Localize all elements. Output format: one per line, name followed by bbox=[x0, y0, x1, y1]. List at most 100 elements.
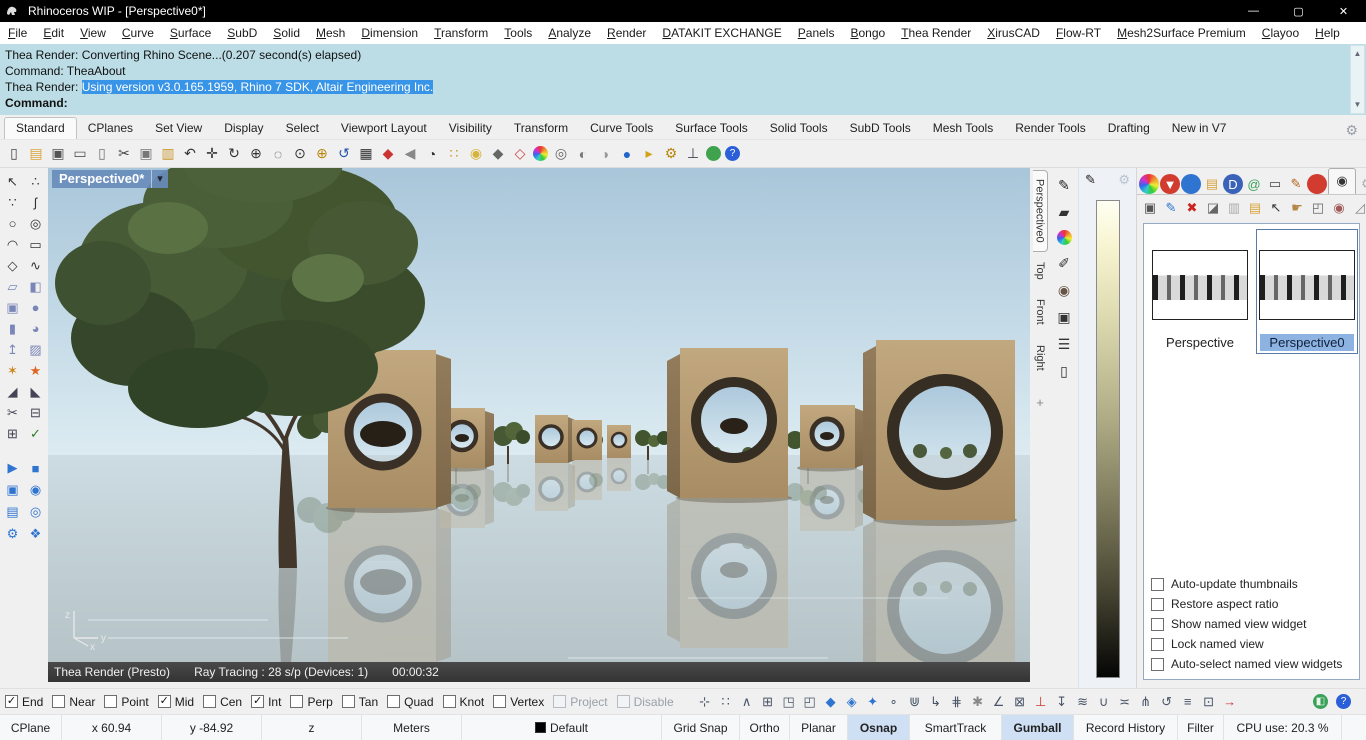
option-restore-aspect-ratio[interactable]: Restore aspect ratio bbox=[1149, 594, 1354, 614]
osnap-vertex[interactable]: Vertex bbox=[493, 695, 544, 709]
flow-icon[interactable]: ↳ bbox=[928, 693, 944, 711]
menu-help[interactable]: Help bbox=[1307, 26, 1348, 40]
import-views-icon[interactable]: ▤ bbox=[1246, 199, 1264, 217]
osnap-end[interactable]: End bbox=[5, 695, 43, 709]
thea-snapshot-icon[interactable]: ◉ bbox=[27, 481, 45, 499]
eraser-icon[interactable]: ▰ bbox=[1055, 203, 1073, 221]
status-osnap[interactable]: Osnap bbox=[848, 715, 910, 740]
gumball-tool-icon[interactable]: ◆ bbox=[823, 693, 839, 711]
toolbar-gear-icon[interactable]: ⚙ bbox=[1345, 122, 1362, 139]
chalk-pencil-icon[interactable]: ✎ bbox=[1286, 174, 1306, 194]
circle-icon[interactable]: ○ bbox=[4, 214, 22, 233]
viewport-tab-right[interactable]: Right bbox=[1033, 335, 1047, 381]
panel-gear-icon[interactable]: ⚙ bbox=[1357, 174, 1366, 194]
select-pointer-icon[interactable]: ↖ bbox=[1267, 199, 1285, 217]
menu-curve[interactable]: Curve bbox=[114, 26, 162, 40]
cplane-widget-icon[interactable]: ⊥ bbox=[684, 145, 702, 163]
option-auto-select-named-view-widgets[interactable]: Auto-select named view widgets bbox=[1149, 654, 1354, 674]
delete-view-icon[interactable]: ✖ bbox=[1183, 199, 1201, 217]
option-show-named-view-widget-checkbox[interactable] bbox=[1151, 618, 1164, 631]
command-scrollbar[interactable]: ▲ ▼ bbox=[1350, 45, 1365, 114]
toolbar-tab-drafting[interactable]: Drafting bbox=[1097, 118, 1161, 139]
material-flag-icon[interactable]: ▸ bbox=[640, 145, 658, 163]
shaded-display-icon[interactable]: ◐ bbox=[574, 145, 592, 163]
named-views-camera-icon[interactable]: ◉ bbox=[1332, 171, 1352, 191]
freeform-curve-icon[interactable]: ∿ bbox=[27, 256, 45, 275]
join-icon[interactable]: ⊞ bbox=[4, 424, 22, 443]
osnap-quad-checkbox[interactable] bbox=[387, 695, 400, 708]
toolbar-tab-set-view[interactable]: Set View bbox=[144, 118, 213, 139]
viewport-title[interactable]: Perspective0* ▾ bbox=[52, 170, 168, 188]
menu-panels[interactable]: Panels bbox=[790, 26, 843, 40]
show-eye-icon[interactable]: ◉ bbox=[1055, 281, 1073, 299]
option-auto-update-thumbnails-checkbox[interactable] bbox=[1151, 578, 1164, 591]
polygon-icon[interactable]: ◇ bbox=[4, 256, 22, 275]
menu-view[interactable]: View bbox=[72, 26, 114, 40]
viewport-tab-perspective0[interactable]: Perspective0 bbox=[1033, 170, 1048, 252]
camera-viewport-icon[interactable]: ▣ bbox=[1055, 308, 1073, 326]
display-properties-icon[interactable] bbox=[1139, 174, 1159, 194]
menu-xiruscad[interactable]: XirusCAD bbox=[979, 26, 1048, 40]
extrude-icon[interactable]: ↥ bbox=[4, 340, 22, 359]
thea-render-stop-icon[interactable]: ■ bbox=[27, 459, 45, 477]
previous-view-icon[interactable]: ◀ bbox=[401, 145, 419, 163]
display-options-icon[interactable]: ∷ bbox=[445, 145, 463, 163]
new-page-icon[interactable]: ▯ bbox=[1055, 362, 1073, 380]
option-lock-named-view-checkbox[interactable] bbox=[1151, 638, 1164, 651]
osnap-int-checkbox[interactable] bbox=[251, 695, 264, 708]
osnap-end-checkbox[interactable] bbox=[5, 695, 18, 708]
point-icon[interactable]: ∵ bbox=[4, 193, 22, 212]
split-icon[interactable]: ⊟ bbox=[27, 403, 45, 422]
menu-file[interactable]: File bbox=[0, 26, 35, 40]
viewport-title-dropdown-icon[interactable]: ▾ bbox=[151, 170, 168, 188]
filter-objects-icon[interactable]: ◧ bbox=[1313, 694, 1328, 709]
highlight-icon[interactable]: ✦ bbox=[865, 693, 881, 711]
paste-view-icon[interactable]: ▥ bbox=[1225, 199, 1243, 217]
menu-tools[interactable]: Tools bbox=[496, 26, 540, 40]
zoom-extents-icon[interactable]: ⊙ bbox=[291, 145, 309, 163]
osnap-tan-checkbox[interactable] bbox=[342, 695, 355, 708]
add-viewport-tab-button[interactable]: + bbox=[1036, 395, 1044, 410]
osnap-perp[interactable]: Perp bbox=[290, 695, 332, 709]
duplicate-view-icon[interactable]: ◰ bbox=[1309, 199, 1327, 217]
ink-pen-icon[interactable]: ✐ bbox=[1055, 254, 1073, 272]
edit-view-icon[interactable]: ✎ bbox=[1162, 199, 1180, 217]
blend-icon[interactable]: ∪ bbox=[1096, 693, 1112, 711]
print-icon[interactable]: ▭ bbox=[71, 145, 89, 163]
status-cplane[interactable]: CPlane bbox=[0, 715, 62, 740]
help-icon[interactable]: ? bbox=[725, 146, 740, 161]
osnap-cen[interactable]: Cen bbox=[203, 695, 242, 709]
toolbar-tab-viewport-layout[interactable]: Viewport Layout bbox=[330, 118, 438, 139]
osnap-disable-checkbox[interactable] bbox=[617, 695, 630, 708]
perspective-viewport[interactable]: z x y Perspective0* ▾ Thea Render (Prest… bbox=[48, 168, 1030, 682]
move-icon[interactable]: ⊹ bbox=[697, 693, 713, 711]
surface-plane-icon[interactable]: ▱ bbox=[4, 277, 22, 296]
thea-darkroom-icon[interactable] bbox=[1307, 174, 1327, 194]
viewport-tab-front[interactable]: Front bbox=[1033, 289, 1047, 335]
toolbar-tab-standard[interactable]: Standard bbox=[4, 117, 77, 139]
mirror-icon[interactable]: ◈ bbox=[844, 693, 860, 711]
status-y-84-92[interactable]: y -84.92 bbox=[162, 715, 262, 740]
project-transform-icon[interactable]: ⊥ bbox=[1033, 693, 1049, 711]
named-view-perspective0[interactable]: Perspective0 bbox=[1256, 229, 1358, 354]
option-show-named-view-widget[interactable]: Show named view widget bbox=[1149, 614, 1354, 634]
osnap-knot-checkbox[interactable] bbox=[443, 695, 456, 708]
clipping-plane-icon[interactable]: ◇ bbox=[511, 145, 529, 163]
zoom-window-icon[interactable]: ◌ bbox=[269, 145, 287, 163]
scroll-up-icon[interactable]: ▲ bbox=[1354, 46, 1362, 62]
sphere-icon[interactable]: ● bbox=[27, 298, 45, 317]
menu-surface[interactable]: Surface bbox=[162, 26, 219, 40]
status-planar[interactable]: Planar bbox=[790, 715, 848, 740]
scroll-down-icon[interactable]: ▼ bbox=[1354, 97, 1362, 113]
command-prompt[interactable]: Command: bbox=[5, 95, 1346, 111]
color-wheel-small-icon[interactable] bbox=[1057, 230, 1072, 245]
named-views-camera-tab[interactable]: ◉ bbox=[1328, 168, 1356, 195]
viewport-layout-icon[interactable]: ▦ bbox=[357, 145, 375, 163]
curve-handles-icon[interactable]: ʃ bbox=[27, 193, 45, 212]
status-cpu-use-20-3[interactable]: CPU use: 20.3 % bbox=[1224, 715, 1342, 740]
match-icon[interactable]: ≍ bbox=[1117, 693, 1133, 711]
array-icon[interactable]: ⊞ bbox=[760, 693, 776, 711]
menu-datakit-exchange[interactable]: DATAKIT EXCHANGE bbox=[654, 26, 789, 40]
osnap-tan[interactable]: Tan bbox=[342, 695, 378, 709]
display-monitor-icon[interactable]: ▭ bbox=[1265, 174, 1285, 194]
